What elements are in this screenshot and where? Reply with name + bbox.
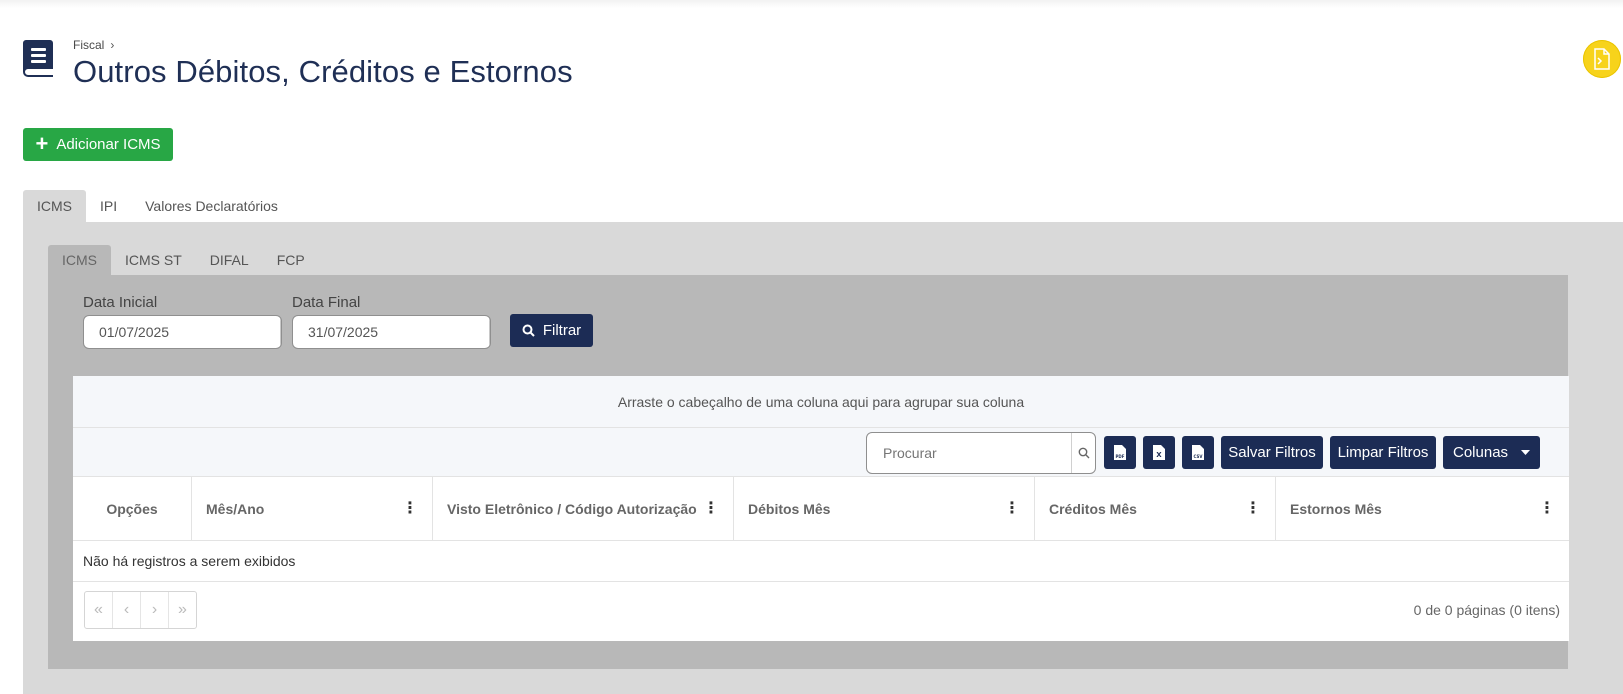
search-input[interactable] xyxy=(867,433,1071,473)
grid-header: Opções Mês/Ano ⋮ Visto Eletrônico / Códig… xyxy=(73,477,1569,541)
empty-message: Não há registros a serem exibidos xyxy=(73,541,1569,582)
book-icon xyxy=(23,40,53,77)
end-date-label: Data Final xyxy=(292,294,361,311)
calendar-icon[interactable] xyxy=(489,316,490,348)
grid-pager: « ‹ › » 0 de 0 páginas (0 itens) xyxy=(73,582,1569,640)
clear-filters-button[interactable]: Limpar Filtros xyxy=(1330,436,1436,469)
csv-icon-label: CSV xyxy=(1194,454,1204,459)
end-date-picker xyxy=(292,315,491,349)
csv-file-icon: CSV xyxy=(1192,445,1204,460)
filter-label: Filtrar xyxy=(542,322,582,339)
grid-search xyxy=(866,432,1096,474)
breadcrumb-item-fiscal[interactable]: Fiscal xyxy=(73,38,104,52)
columns-label: Colunas xyxy=(1453,444,1509,461)
column-header-creditos-mes[interactable]: Créditos Mês ⋮ xyxy=(1035,477,1276,540)
column-header-opcoes: Opções xyxy=(73,477,192,540)
column-menu-icon[interactable]: ⋮ xyxy=(1245,500,1261,517)
plus-icon: + xyxy=(35,130,49,156)
filter-button[interactable]: Filtrar xyxy=(510,314,593,347)
column-header-visto-eletronico[interactable]: Visto Eletrônico / Código Autorização ⋮ xyxy=(433,477,734,540)
column-header-mes-ano[interactable]: Mês/Ano ⋮ xyxy=(192,477,433,540)
end-date-input[interactable] xyxy=(293,316,489,348)
search-icon[interactable] xyxy=(1071,433,1095,473)
column-title: Estornos Mês xyxy=(1290,500,1382,517)
search-icon xyxy=(522,324,535,337)
subtab-difal[interactable]: DIFAL xyxy=(196,245,263,275)
start-date-label: Data Inicial xyxy=(83,294,158,311)
column-menu-icon[interactable]: ⋮ xyxy=(1539,500,1555,517)
column-menu-icon[interactable]: ⋮ xyxy=(402,500,418,517)
excel-file-icon: X xyxy=(1153,445,1165,460)
subtab-fcp[interactable]: FCP xyxy=(263,245,319,275)
tab-valores-declaratorios[interactable]: Valores Declaratórios xyxy=(131,190,292,222)
tab-ipi[interactable]: IPI xyxy=(86,190,131,222)
column-title: Visto Eletrônico / Código Autorização xyxy=(447,500,697,517)
subtab-icms[interactable]: ICMS xyxy=(48,245,111,275)
caret-down-icon xyxy=(1521,450,1530,455)
column-title: Débitos Mês xyxy=(748,500,831,517)
column-title: Mês/Ano xyxy=(206,500,265,517)
export-excel-button[interactable]: X xyxy=(1143,436,1175,469)
column-header-debitos-mes[interactable]: Débitos Mês ⋮ xyxy=(734,477,1035,540)
save-filters-button[interactable]: Salvar Filtros xyxy=(1221,436,1323,469)
pager-info: 0 de 0 páginas (0 itens) xyxy=(1413,602,1560,618)
last-page-button[interactable]: » xyxy=(169,592,196,628)
column-header-estornos-mes[interactable]: Estornos Mês ⋮ xyxy=(1276,477,1569,540)
subtab-icms-st[interactable]: ICMS ST xyxy=(111,245,196,275)
excel-icon-label: X xyxy=(1156,451,1162,459)
data-grid: Arraste o cabeçalho de uma coluna aqui p… xyxy=(73,376,1569,641)
pagination: « ‹ › » xyxy=(84,591,197,629)
add-icms-button[interactable]: + Adicionar ICMS xyxy=(23,128,173,161)
pdf-file-icon: PDF xyxy=(1114,445,1126,460)
page-title: Outros Débitos, Créditos e Estornos xyxy=(73,54,573,89)
pdf-icon-label: PDF xyxy=(1116,454,1125,459)
start-date-picker xyxy=(83,315,282,349)
columns-dropdown-button[interactable]: Colunas xyxy=(1443,436,1540,469)
export-pdf-button[interactable]: PDF xyxy=(1104,436,1136,469)
next-page-button[interactable]: › xyxy=(141,592,169,628)
add-icms-label: Adicionar ICMS xyxy=(56,136,161,153)
first-page-button[interactable]: « xyxy=(85,592,113,628)
column-menu-icon[interactable]: ⋮ xyxy=(703,500,719,517)
column-title: Opções xyxy=(106,500,158,517)
calendar-icon[interactable] xyxy=(280,316,281,348)
export-csv-button[interactable]: CSV xyxy=(1182,436,1214,469)
start-date-input[interactable] xyxy=(84,316,280,348)
breadcrumb: Fiscal › xyxy=(73,38,114,52)
tab-icms[interactable]: ICMS xyxy=(23,190,86,222)
help-document-icon[interactable] xyxy=(1583,40,1621,78)
column-menu-icon[interactable]: ⋮ xyxy=(1004,500,1020,517)
sub-tabs: ICMS ICMS ST DIFAL FCP xyxy=(48,245,319,275)
breadcrumb-separator: › xyxy=(110,38,115,52)
top-bar xyxy=(0,0,1623,8)
main-tabs: ICMS IPI Valores Declaratórios xyxy=(23,190,292,222)
prev-page-button[interactable]: ‹ xyxy=(113,592,141,628)
group-panel[interactable]: Arraste o cabeçalho de uma coluna aqui p… xyxy=(73,376,1569,428)
column-title: Créditos Mês xyxy=(1049,500,1137,517)
grid-toolbar: PDF X CSV Salvar Filtros Limpar Filtros … xyxy=(73,428,1569,477)
